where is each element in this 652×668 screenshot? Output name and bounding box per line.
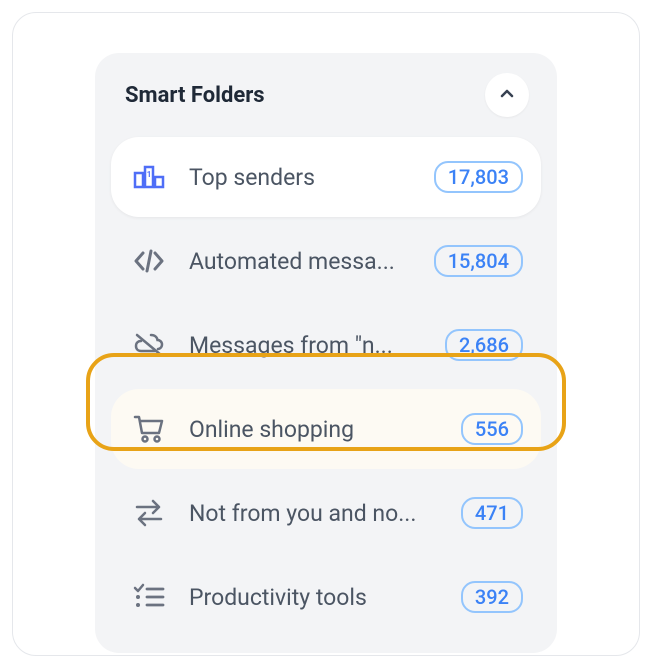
folder-count-badge: 392 <box>461 581 523 613</box>
smart-folders-container: Smart Folders 1 <box>12 12 640 656</box>
folder-list: 1 Top senders 17,803 Automated messa... … <box>111 137 541 637</box>
cloud-off-icon <box>129 325 169 365</box>
chevron-up-icon <box>497 84 517 107</box>
smart-folders-panel: Smart Folders 1 <box>95 53 557 653</box>
code-icon <box>129 241 169 281</box>
folder-label: Not from you and no... <box>189 500 441 527</box>
panel-title: Smart Folders <box>125 83 265 108</box>
folder-item-online-shopping[interactable]: Online shopping 556 <box>111 389 541 469</box>
svg-text:1: 1 <box>147 170 152 179</box>
folder-count-badge: 15,804 <box>434 245 523 277</box>
collapse-button[interactable] <box>485 73 529 117</box>
bar-chart-icon: 1 <box>129 157 169 197</box>
shopping-cart-icon <box>129 409 169 449</box>
folder-count-badge: 17,803 <box>434 161 523 193</box>
folder-count-badge: 471 <box>461 497 523 529</box>
folder-label: Messages from "n... <box>189 332 425 359</box>
folder-item-automated-messages[interactable]: Automated messa... 15,804 <box>111 221 541 301</box>
folder-label: Automated messa... <box>189 248 414 275</box>
folder-label: Online shopping <box>189 416 441 443</box>
folder-item-top-senders[interactable]: 1 Top senders 17,803 <box>111 137 541 217</box>
folder-label: Top senders <box>189 164 414 191</box>
folder-count-badge: 2,686 <box>445 329 523 361</box>
arrows-exchange-icon <box>129 493 169 533</box>
folder-item-productivity-tools[interactable]: Productivity tools 392 <box>111 557 541 637</box>
folder-label: Productivity tools <box>189 584 441 611</box>
folder-count-badge: 556 <box>461 413 523 445</box>
panel-header: Smart Folders <box>111 73 541 137</box>
checklist-icon <box>129 577 169 617</box>
folder-item-noreply[interactable]: Messages from "n... 2,686 <box>111 305 541 385</box>
folder-item-not-from-you[interactable]: Not from you and no... 471 <box>111 473 541 553</box>
